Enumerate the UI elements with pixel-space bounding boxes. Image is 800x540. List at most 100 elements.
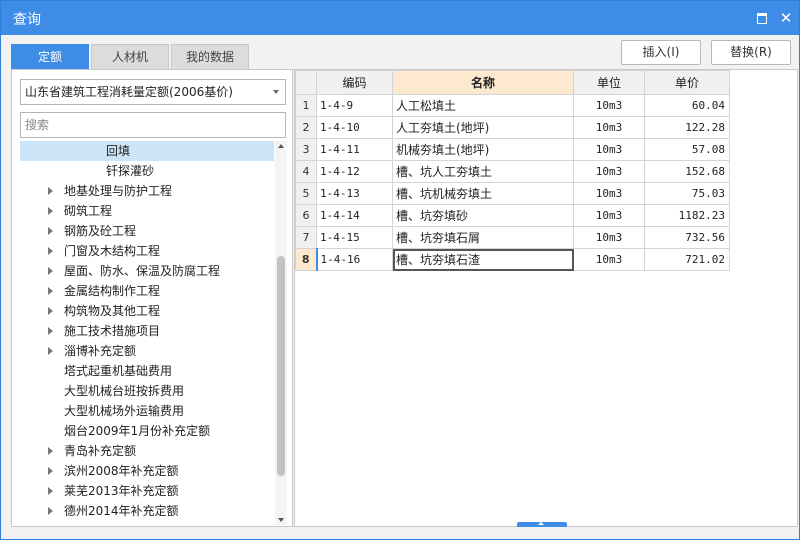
cell-name[interactable]: 机械夯填土(地坪) <box>392 138 574 161</box>
tree-item[interactable]: 门窗及木结构工程 <box>20 241 274 261</box>
insert-button[interactable]: 插入(I) <box>621 40 701 65</box>
tab-my-data[interactable]: 我的数据 <box>171 44 249 69</box>
tree-item[interactable]: 砌筑工程 <box>20 201 274 221</box>
scroll-down-icon[interactable] <box>278 518 284 522</box>
cell-name[interactable]: 人工松填土 <box>392 94 574 117</box>
scrollbar-thumb[interactable] <box>277 256 285 476</box>
expand-arrow-icon[interactable] <box>48 487 53 495</box>
cell-code[interactable]: 1-4-9 <box>316 94 393 117</box>
cell-num[interactable]: 8 <box>295 248 317 271</box>
tree-item[interactable]: 大型机械台班按拆费用 <box>20 381 274 401</box>
close-icon[interactable]: ✕ <box>777 9 795 27</box>
cell-unit[interactable]: 10m3 <box>573 248 645 271</box>
cell-price[interactable]: 1182.23 <box>644 204 730 227</box>
expand-arrow-icon[interactable] <box>48 447 53 455</box>
chevron-down-icon[interactable] <box>273 90 279 94</box>
cell-unit[interactable]: 10m3 <box>573 182 645 205</box>
grid-scroll-indicator[interactable] <box>517 522 567 527</box>
tree-item[interactable]: 回填 <box>20 141 274 161</box>
cell-unit[interactable]: 10m3 <box>573 160 645 183</box>
tree-scrollbar[interactable] <box>275 141 287 525</box>
title-bar[interactable]: 查询 ✕ <box>1 1 799 35</box>
table-row[interactable]: 3 1-4-11 机械夯填土(地坪) 10m3 57.08 <box>295 138 730 161</box>
tab-quota[interactable]: 定额 <box>11 44 89 69</box>
table-row[interactable]: 5 1-4-13 槽、坑机械夯填土 10m3 75.03 <box>295 182 730 205</box>
tree-item[interactable]: 滨州2008年补充定额 <box>20 461 274 481</box>
cell-name[interactable]: 槽、坑夯填砂 <box>392 204 574 227</box>
table-row[interactable]: 6 1-4-14 槽、坑夯填砂 10m3 1182.23 <box>295 204 730 227</box>
table-row[interactable]: 1 1-4-9 人工松填土 10m3 60.04 <box>295 94 730 117</box>
cell-price[interactable]: 732.56 <box>644 226 730 249</box>
cell-num[interactable]: 1 <box>295 94 317 117</box>
cell-name[interactable]: 槽、坑人工夯填土 <box>392 160 574 183</box>
expand-arrow-icon[interactable] <box>48 347 53 355</box>
expand-arrow-icon[interactable] <box>48 327 53 335</box>
cell-code[interactable]: 1-4-11 <box>316 138 393 161</box>
tree-item[interactable]: 屋面、防水、保温及防腐工程 <box>20 261 274 281</box>
cell-price[interactable]: 122.28 <box>644 116 730 139</box>
cell-num[interactable]: 4 <box>295 160 317 183</box>
tree-item[interactable]: 淄博补充定额 <box>20 341 274 361</box>
expand-arrow-icon[interactable] <box>48 287 53 295</box>
expand-arrow-icon[interactable] <box>48 307 53 315</box>
cell-num[interactable]: 6 <box>295 204 317 227</box>
cell-code[interactable]: 1-4-16 <box>315 248 393 271</box>
cell-unit[interactable]: 10m3 <box>573 204 645 227</box>
replace-button[interactable]: 替换(R) <box>711 40 791 65</box>
expand-arrow-icon[interactable] <box>48 267 53 275</box>
cell-num[interactable]: 2 <box>295 116 317 139</box>
tree-item[interactable]: 大型机械场外运输费用 <box>20 401 274 421</box>
tree-item[interactable]: 莱芜2013年补充定额 <box>20 481 274 501</box>
cell-code[interactable]: 1-4-12 <box>316 160 393 183</box>
table-row[interactable]: 8 1-4-16 槽、坑夯填石渣 10m3 721.02 <box>295 248 730 271</box>
cell-unit[interactable]: 10m3 <box>573 138 645 161</box>
table-row[interactable]: 7 1-4-15 槽、坑夯填石屑 10m3 732.56 <box>295 226 730 249</box>
cell-price[interactable]: 721.02 <box>644 248 730 271</box>
header-name[interactable]: 名称 <box>392 70 574 95</box>
search-input[interactable] <box>20 112 286 138</box>
header-price[interactable]: 单价 <box>644 70 730 95</box>
cell-num[interactable]: 7 <box>295 226 317 249</box>
cell-price[interactable]: 75.03 <box>644 182 730 205</box>
cell-price[interactable]: 57.08 <box>644 138 730 161</box>
cell-num[interactable]: 5 <box>295 182 317 205</box>
cell-unit[interactable]: 10m3 <box>573 226 645 249</box>
table-row[interactable]: 4 1-4-12 槽、坑人工夯填土 10m3 152.68 <box>295 160 730 183</box>
library-select[interactable]: 山东省建筑工程消耗量定额(2006基价) <box>20 79 286 105</box>
expand-arrow-icon[interactable] <box>48 247 53 255</box>
tab-labor-material-machine[interactable]: 人材机 <box>91 44 169 69</box>
cell-code[interactable]: 1-4-15 <box>316 226 393 249</box>
expand-arrow-icon[interactable] <box>48 467 53 475</box>
cell-price[interactable]: 152.68 <box>644 160 730 183</box>
cell-code[interactable]: 1-4-10 <box>316 116 393 139</box>
expand-arrow-icon[interactable] <box>48 507 53 515</box>
cell-name[interactable]: 槽、坑夯填石渣 <box>392 248 574 271</box>
cell-num[interactable]: 3 <box>295 138 317 161</box>
tree-item[interactable]: 青岛补充定额 <box>20 441 274 461</box>
tree-item[interactable]: 塔式起重机基础费用 <box>20 361 274 381</box>
tree-item[interactable]: 金属结构制作工程 <box>20 281 274 301</box>
cell-name[interactable]: 人工夯填土(地坪) <box>392 116 574 139</box>
cell-name[interactable]: 槽、坑机械夯填土 <box>392 182 574 205</box>
tree-item[interactable]: 钢筋及砼工程 <box>20 221 274 241</box>
header-code[interactable]: 编码 <box>316 70 393 95</box>
scroll-up-icon[interactable] <box>278 144 284 148</box>
tree-item[interactable]: 构筑物及其他工程 <box>20 301 274 321</box>
expand-arrow-icon[interactable] <box>48 207 53 215</box>
cell-unit[interactable]: 10m3 <box>573 94 645 117</box>
cell-price[interactable]: 60.04 <box>644 94 730 117</box>
cell-unit[interactable]: 10m3 <box>573 116 645 139</box>
maximize-icon[interactable] <box>753 9 771 27</box>
tree-item[interactable]: 钎探灌砂 <box>20 161 274 181</box>
cell-name[interactable]: 槽、坑夯填石屑 <box>392 226 574 249</box>
cell-code[interactable]: 1-4-14 <box>316 204 393 227</box>
expand-arrow-icon[interactable] <box>48 187 53 195</box>
table-row[interactable]: 2 1-4-10 人工夯填土(地坪) 10m3 122.28 <box>295 116 730 139</box>
expand-arrow-icon[interactable] <box>48 227 53 235</box>
header-unit[interactable]: 单位 <box>573 70 645 95</box>
cell-code[interactable]: 1-4-13 <box>316 182 393 205</box>
tree-item[interactable]: 德州2014年补充定额 <box>20 501 274 521</box>
tree-item[interactable]: 施工技术措施项目 <box>20 321 274 341</box>
tree-item[interactable]: 地基处理与防护工程 <box>20 181 274 201</box>
tree-item[interactable]: 烟台2009年1月份补充定额 <box>20 421 274 441</box>
